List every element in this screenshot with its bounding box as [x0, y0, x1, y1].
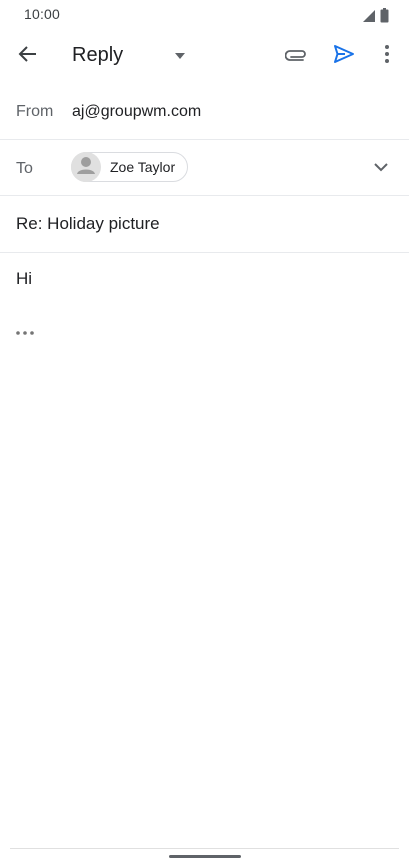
subject-row[interactable]: Re: Holiday picture — [0, 196, 409, 253]
person-icon — [71, 152, 101, 182]
expand-recipients-button[interactable] — [369, 156, 393, 180]
status-time: 10:00 — [24, 6, 61, 22]
attach-icon — [284, 47, 309, 66]
show-quoted-text-button[interactable] — [14, 324, 36, 338]
recipient-chip[interactable]: Zoe Taylor — [71, 152, 189, 182]
more-options-button[interactable] — [373, 42, 401, 70]
battery-icon — [380, 8, 389, 28]
compose-mode-dropdown[interactable] — [166, 42, 194, 70]
from-field[interactable]: aj@groupwm.com — [72, 103, 201, 121]
to-row[interactable]: To Zoe Taylor — [0, 140, 409, 196]
signal-icon — [362, 9, 376, 28]
app-toolbar: Reply — [0, 30, 409, 82]
more-vert-icon — [384, 44, 390, 69]
back-arrow-icon — [18, 44, 38, 69]
recipient-name: Zoe Taylor — [110, 159, 176, 175]
to-label: To — [16, 160, 33, 177]
send-button[interactable] — [330, 42, 358, 70]
back-button[interactable] — [14, 42, 42, 70]
from-label: From — [16, 103, 54, 120]
attach-button[interactable] — [283, 42, 311, 70]
nav-divider — [10, 848, 399, 849]
send-icon — [333, 44, 355, 69]
status-bar: 10:00 — [0, 0, 409, 30]
avatar — [71, 152, 101, 182]
subject-input[interactable]: Re: Holiday picture — [16, 214, 160, 234]
more-horiz-icon — [16, 322, 34, 340]
home-gesture-handle[interactable] — [169, 855, 241, 858]
dropdown-arrow-icon — [174, 47, 186, 65]
from-row: From aj@groupwm.com — [0, 84, 409, 140]
message-body[interactable]: Hi — [16, 269, 32, 289]
compose-mode-title[interactable]: Reply — [72, 44, 123, 67]
chevron-down-icon — [374, 159, 388, 177]
